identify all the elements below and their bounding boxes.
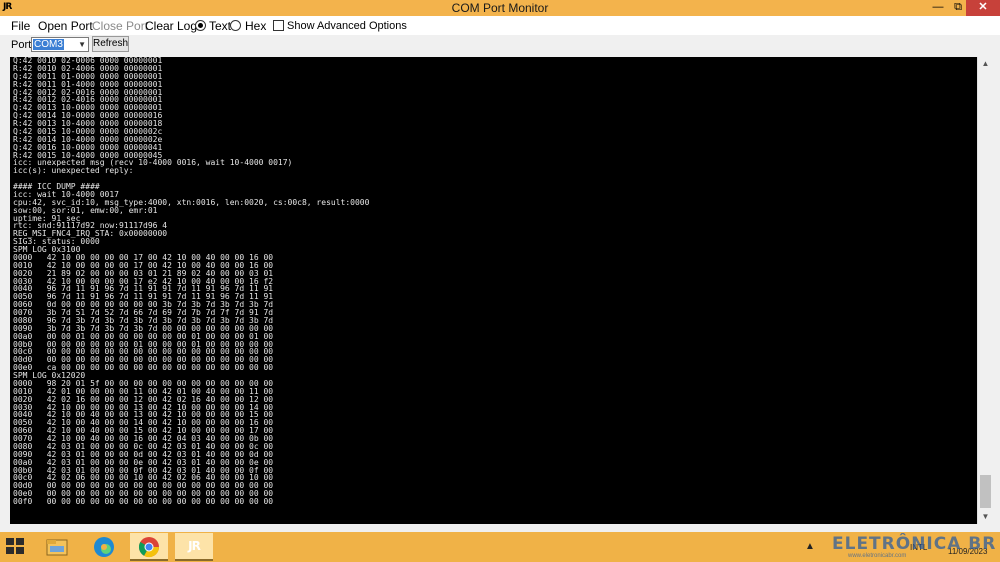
refresh-button[interactable]: Refresh: [92, 36, 129, 52]
port-row: Port: COM3 ▼ Refresh: [0, 35, 1000, 56]
file-explorer-icon[interactable]: [38, 533, 76, 561]
clear-log-button[interactable]: Clear Log: [145, 19, 197, 33]
console-line: icc(s): unexpected reply:: [13, 166, 134, 176]
watermark-logo: ELETRÔNICA BR: [832, 534, 997, 554]
console-line: 00e0 ca 00 00 00 00 00 00 00 00 00 00 00…: [13, 363, 274, 373]
console-line: icc: unexpected msg (recv 10-4000 0016, …: [13, 158, 293, 168]
console-line: SIG3: status: 0000: [13, 237, 100, 247]
scroll-thumb[interactable]: [980, 475, 991, 508]
console-lines: Q:42 0010 02-0006 0000 00000001 R:42 0010…: [13, 57, 977, 506]
hex-mode-label[interactable]: Hex: [245, 19, 266, 33]
app-window: JR COM Port Monitor — ⧉ ✕ File Open Port…: [0, 0, 1000, 532]
port-select-value: COM3: [33, 39, 64, 50]
window-title: COM Port Monitor: [451, 1, 549, 15]
chrome-icon[interactable]: [130, 533, 168, 561]
console-line: sow:00, sor:01, emw:00, emr:01: [13, 205, 158, 215]
console-line: #### ICC DUMP ####: [13, 182, 100, 191]
scroll-down-icon[interactable]: ▼: [978, 510, 993, 524]
hex-mode-radio[interactable]: [230, 20, 241, 31]
text-mode-label[interactable]: Text: [209, 19, 231, 33]
console-line: REG_MSI_FNC4_IRQ_STA: 0x00000000: [13, 229, 168, 239]
edge-icon[interactable]: [85, 533, 123, 561]
open-port-button[interactable]: Open Port: [38, 19, 93, 33]
scroll-up-icon[interactable]: ▲: [978, 57, 993, 71]
menu-file[interactable]: File: [11, 19, 30, 33]
console-scrollbar[interactable]: ▲ ▼: [977, 57, 992, 524]
close-port-button[interactable]: Close Port: [92, 19, 148, 33]
title-bar[interactable]: JR COM Port Monitor — ⧉ ✕: [0, 0, 1000, 16]
advanced-options-checkbox[interactable]: [273, 20, 284, 31]
console-output[interactable]: Q:42 0010 02-0006 0000 00000001 R:42 0010…: [10, 57, 977, 524]
port-select[interactable]: COM3 ▼: [31, 37, 89, 52]
watermark-url: www.eletronicabr.com: [848, 553, 907, 559]
close-button[interactable]: ✕: [966, 0, 1000, 16]
tray-arrow-icon[interactable]: ▲: [805, 541, 815, 552]
console-line: 00f0 00 00 00 00 00 00 00 00 00 00 00 00…: [13, 497, 274, 506]
chevron-down-icon: ▼: [78, 40, 86, 49]
advanced-options-label[interactable]: Show Advanced Options: [287, 20, 407, 32]
jr-app-icon[interactable]: JR: [175, 533, 213, 561]
menu-bar: File Open Port Close Port Clear Log Text…: [0, 16, 1000, 35]
start-icon[interactable]: [6, 538, 26, 556]
text-mode-radio[interactable]: [195, 20, 206, 31]
